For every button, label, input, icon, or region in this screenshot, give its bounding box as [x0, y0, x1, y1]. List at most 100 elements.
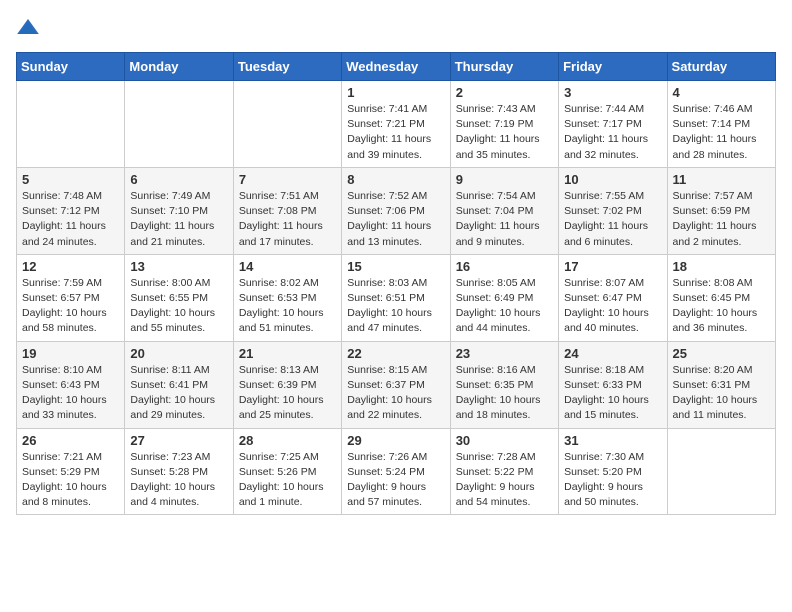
day-number: 4	[673, 85, 770, 100]
calendar-cell: 14Sunrise: 8:02 AM Sunset: 6:53 PM Dayli…	[233, 254, 341, 341]
calendar-cell	[17, 81, 125, 168]
day-number: 23	[456, 346, 553, 361]
day-info: Sunrise: 7:46 AM Sunset: 7:14 PM Dayligh…	[673, 102, 770, 163]
calendar-cell: 13 Sunrise: 8:00 AM Sunset: 6:55 PM Dayli…	[125, 254, 233, 341]
day-info: Sunrise: 7:55 AM Sunset: 7:02 PM Dayligh…	[564, 189, 661, 250]
calendar-week-row: 12Sunrise: 7:59 AM Sunset: 6:57 PM Dayli…	[17, 254, 776, 341]
calendar-cell: 29 Sunrise: 7:26 AM Sunset: 5:24 PM Dayli…	[342, 428, 450, 515]
day-number: 31	[564, 433, 661, 448]
calendar-cell: 22 Sunrise: 8:15 AM Sunset: 6:37 PM Dayli…	[342, 341, 450, 428]
day-number: 9	[456, 172, 553, 187]
day-number: 7	[239, 172, 336, 187]
day-number: 29	[347, 433, 444, 448]
calendar-cell: 23 Sunrise: 8:16 AM Sunset: 6:35 PM Dayli…	[450, 341, 558, 428]
day-info: Sunrise: 7:44 AM Sunset: 7:17 PM Dayligh…	[564, 102, 661, 163]
calendar-cell: 6 Sunrise: 7:49 AM Sunset: 7:10 PM Daylig…	[125, 167, 233, 254]
calendar-cell: 12Sunrise: 7:59 AM Sunset: 6:57 PM Dayli…	[17, 254, 125, 341]
day-info: Sunrise: 7:51 AM Sunset: 7:08 PM Dayligh…	[239, 189, 336, 250]
day-info: Sunrise: 8:05 AM Sunset: 6:49 PM Dayligh…	[456, 276, 553, 337]
calendar-cell: 27 Sunrise: 7:23 AM Sunset: 5:28 PM Dayli…	[125, 428, 233, 515]
day-number: 8	[347, 172, 444, 187]
day-info: Sunrise: 8:16 AM Sunset: 6:35 PM Dayligh…	[456, 363, 553, 424]
calendar-cell: 18 Sunrise: 8:08 AM Sunset: 6:45 PM Dayli…	[667, 254, 775, 341]
day-info: Sunrise: 8:08 AM Sunset: 6:45 PM Dayligh…	[673, 276, 770, 337]
calendar-cell: 16Sunrise: 8:05 AM Sunset: 6:49 PM Dayli…	[450, 254, 558, 341]
day-number: 30	[456, 433, 553, 448]
calendar-cell: 30Sunrise: 7:28 AM Sunset: 5:22 PM Dayli…	[450, 428, 558, 515]
logo	[16, 16, 44, 40]
day-info: Sunrise: 7:57 AM Sunset: 6:59 PM Dayligh…	[673, 189, 770, 250]
day-number: 25	[673, 346, 770, 361]
day-number: 22	[347, 346, 444, 361]
day-info: Sunrise: 7:41 AM Sunset: 7:21 PM Dayligh…	[347, 102, 444, 163]
calendar-cell	[667, 428, 775, 515]
calendar-header-row: SundayMondayTuesdayWednesdayThursdayFrid…	[17, 53, 776, 81]
calendar-week-row: 19 Sunrise: 8:10 AM Sunset: 6:43 PM Dayli…	[17, 341, 776, 428]
day-info: Sunrise: 7:48 AM Sunset: 7:12 PM Dayligh…	[22, 189, 119, 250]
day-of-week-header: Monday	[125, 53, 233, 81]
calendar-cell: 26Sunrise: 7:21 AM Sunset: 5:29 PM Dayli…	[17, 428, 125, 515]
day-number: 15	[347, 259, 444, 274]
day-info: Sunrise: 8:18 AM Sunset: 6:33 PM Dayligh…	[564, 363, 661, 424]
calendar-cell: 3Sunrise: 7:44 AM Sunset: 7:17 PM Daylig…	[559, 81, 667, 168]
day-number: 19	[22, 346, 119, 361]
calendar-cell: 10 Sunrise: 7:55 AM Sunset: 7:02 PM Dayli…	[559, 167, 667, 254]
day-info: Sunrise: 7:21 AM Sunset: 5:29 PM Dayligh…	[22, 450, 119, 511]
day-number: 13	[130, 259, 227, 274]
day-number: 18	[673, 259, 770, 274]
day-info: Sunrise: 7:30 AM Sunset: 5:20 PM Dayligh…	[564, 450, 661, 511]
day-of-week-header: Friday	[559, 53, 667, 81]
calendar-cell: 25 Sunrise: 8:20 AM Sunset: 6:31 PM Dayli…	[667, 341, 775, 428]
calendar-week-row: 26Sunrise: 7:21 AM Sunset: 5:29 PM Dayli…	[17, 428, 776, 515]
day-of-week-header: Wednesday	[342, 53, 450, 81]
calendar-cell: 4 Sunrise: 7:46 AM Sunset: 7:14 PM Daylig…	[667, 81, 775, 168]
day-info: Sunrise: 8:11 AM Sunset: 6:41 PM Dayligh…	[130, 363, 227, 424]
calendar-cell: 9 Sunrise: 7:54 AM Sunset: 7:04 PM Daylig…	[450, 167, 558, 254]
day-number: 14	[239, 259, 336, 274]
day-number: 27	[130, 433, 227, 448]
calendar-cell: 11 Sunrise: 7:57 AM Sunset: 6:59 PM Dayli…	[667, 167, 775, 254]
calendar-cell: 17Sunrise: 8:07 AM Sunset: 6:47 PM Dayli…	[559, 254, 667, 341]
calendar-week-row: 5 Sunrise: 7:48 AM Sunset: 7:12 PM Daylig…	[17, 167, 776, 254]
day-info: Sunrise: 8:13 AM Sunset: 6:39 PM Dayligh…	[239, 363, 336, 424]
day-number: 11	[673, 172, 770, 187]
calendar-cell: 7 Sunrise: 7:51 AM Sunset: 7:08 PM Daylig…	[233, 167, 341, 254]
calendar-cell: 2Sunrise: 7:43 AM Sunset: 7:19 PM Daylig…	[450, 81, 558, 168]
day-number: 5	[22, 172, 119, 187]
day-number: 2	[456, 85, 553, 100]
calendar-cell	[233, 81, 341, 168]
day-info: Sunrise: 7:59 AM Sunset: 6:57 PM Dayligh…	[22, 276, 119, 337]
calendar-cell: 19 Sunrise: 8:10 AM Sunset: 6:43 PM Dayli…	[17, 341, 125, 428]
day-info: Sunrise: 8:03 AM Sunset: 6:51 PM Dayligh…	[347, 276, 444, 337]
day-info: Sunrise: 8:10 AM Sunset: 6:43 PM Dayligh…	[22, 363, 119, 424]
day-number: 1	[347, 85, 444, 100]
day-number: 24	[564, 346, 661, 361]
calendar-week-row: 1 Sunrise: 7:41 AM Sunset: 7:21 PM Daylig…	[17, 81, 776, 168]
day-info: Sunrise: 7:23 AM Sunset: 5:28 PM Dayligh…	[130, 450, 227, 511]
calendar-cell: 24 Sunrise: 8:18 AM Sunset: 6:33 PM Dayli…	[559, 341, 667, 428]
calendar-cell: 5 Sunrise: 7:48 AM Sunset: 7:12 PM Daylig…	[17, 167, 125, 254]
day-info: Sunrise: 7:26 AM Sunset: 5:24 PM Dayligh…	[347, 450, 444, 511]
day-number: 20	[130, 346, 227, 361]
day-info: Sunrise: 7:49 AM Sunset: 7:10 PM Dayligh…	[130, 189, 227, 250]
calendar-cell: 1 Sunrise: 7:41 AM Sunset: 7:21 PM Daylig…	[342, 81, 450, 168]
day-info: Sunrise: 7:25 AM Sunset: 5:26 PM Dayligh…	[239, 450, 336, 511]
calendar-cell: 15 Sunrise: 8:03 AM Sunset: 6:51 PM Dayli…	[342, 254, 450, 341]
calendar-cell: 20 Sunrise: 8:11 AM Sunset: 6:41 PM Dayli…	[125, 341, 233, 428]
day-info: Sunrise: 8:20 AM Sunset: 6:31 PM Dayligh…	[673, 363, 770, 424]
day-number: 10	[564, 172, 661, 187]
calendar-table: SundayMondayTuesdayWednesdayThursdayFrid…	[16, 52, 776, 515]
calendar-cell: 8Sunrise: 7:52 AM Sunset: 7:06 PM Daylig…	[342, 167, 450, 254]
calendar-cell	[125, 81, 233, 168]
day-info: Sunrise: 8:15 AM Sunset: 6:37 PM Dayligh…	[347, 363, 444, 424]
day-of-week-header: Tuesday	[233, 53, 341, 81]
day-of-week-header: Sunday	[17, 53, 125, 81]
day-info: Sunrise: 8:07 AM Sunset: 6:47 PM Dayligh…	[564, 276, 661, 337]
calendar-cell: 21Sunrise: 8:13 AM Sunset: 6:39 PM Dayli…	[233, 341, 341, 428]
day-number: 6	[130, 172, 227, 187]
day-of-week-header: Thursday	[450, 53, 558, 81]
day-info: Sunrise: 8:00 AM Sunset: 6:55 PM Dayligh…	[130, 276, 227, 337]
day-of-week-header: Saturday	[667, 53, 775, 81]
day-info: Sunrise: 7:54 AM Sunset: 7:04 PM Dayligh…	[456, 189, 553, 250]
calendar-cell: 31 Sunrise: 7:30 AM Sunset: 5:20 PM Dayli…	[559, 428, 667, 515]
